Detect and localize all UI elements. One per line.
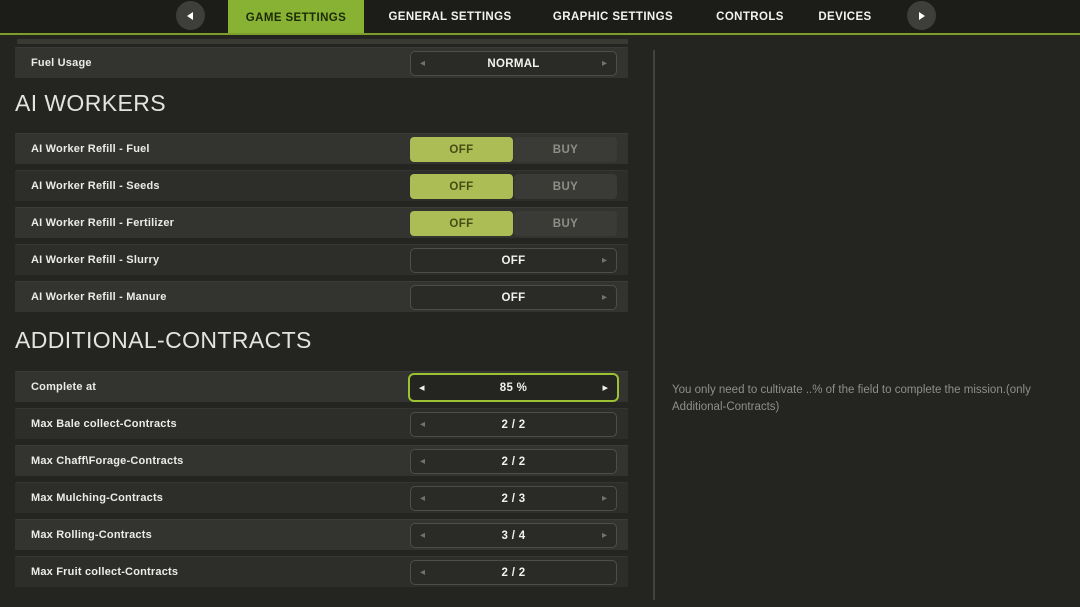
settings-group-ai-workers: AI WORKERSAI Worker Refill - FuelOFFBUYA…	[15, 87, 628, 312]
setting-label: Max Fruit collect-Contracts	[31, 557, 178, 587]
value-stepper[interactable]: ◂ 2 / 2	[410, 412, 617, 437]
setting-label: Fuel Usage	[31, 48, 92, 78]
value-stepper[interactable]: ◂ 3 / 4 ▸	[410, 523, 617, 548]
setting-help-text: You only need to cultivate ..% of the fi…	[672, 382, 1068, 415]
setting-label: Max Mulching-Contracts	[31, 483, 163, 513]
section-title-additional-contracts: ADDITIONAL-CONTRACTS	[15, 324, 628, 356]
panel-divider	[653, 50, 655, 600]
setting-label: Max Chaff\Forage-Contracts	[31, 446, 184, 476]
setting-label: AI Worker Refill - Slurry	[31, 245, 159, 275]
toggle-off-button[interactable]: OFF	[410, 137, 513, 162]
stepper-right-arrow-icon[interactable]: ▸	[602, 286, 607, 309]
stepper-value: 85 %	[500, 382, 527, 394]
tab-graphic-settings[interactable]: GRAPHIC SETTINGS	[551, 0, 675, 33]
prev-page-button[interactable]	[176, 1, 205, 30]
settings-list: Fuel Usage ◂ NORMAL ▸ AI WORKERS AI Worker Re…	[15, 39, 628, 593]
setting-label: Complete at	[31, 372, 96, 402]
toggle-buy-button[interactable]: BUY	[514, 174, 617, 199]
setting-label: AI Worker Refill - Fuel	[31, 134, 150, 164]
settings-row-ai-worker-refill-slurry: AI Worker Refill - Slurry OFF ▸	[15, 244, 628, 275]
game-settings-screen: GAME SETTINGS GENERAL SETTINGS GRAPHIC SET…	[0, 0, 1080, 607]
stepper-right-arrow-icon[interactable]: ▸	[602, 524, 607, 547]
toggle-buy-button[interactable]: BUY	[514, 211, 617, 236]
settings-tab-bar: GAME SETTINGS GENERAL SETTINGS GRAPHIC SET…	[0, 0, 1080, 33]
stepper-left-arrow-icon[interactable]: ◂	[420, 524, 425, 547]
stepper-right-arrow-icon[interactable]: ▸	[602, 375, 608, 400]
stepper-value: 2 / 2	[502, 567, 526, 579]
value-stepper[interactable]: ◂ 2 / 2	[410, 560, 617, 585]
stepper-left-arrow-icon[interactable]: ◂	[420, 52, 425, 75]
stepper-value: 2 / 3	[502, 493, 526, 505]
stepper-value: 2 / 2	[502, 419, 526, 431]
settings-row-ai-worker-refill-fuel: AI Worker Refill - Fuel OFFBUY	[15, 133, 628, 164]
tab-game-settings[interactable]: GAME SETTINGS	[228, 0, 364, 35]
settings-row-max-fruit-collect-contracts: Max Fruit collect-Contracts ◂ 2 / 2	[15, 556, 628, 587]
stepper-value: 3 / 4	[502, 530, 526, 542]
value-stepper[interactable]: ◂ 2 / 3 ▸	[410, 486, 617, 511]
toggle-buy-button[interactable]: BUY	[514, 137, 617, 162]
value-stepper[interactable]: OFF ▸	[410, 248, 617, 273]
settings-row-ai-worker-refill-fertilizer: AI Worker Refill - Fertilizer OFFBUY	[15, 207, 628, 238]
stepper-left-arrow-icon[interactable]: ◂	[419, 375, 425, 400]
section-title-ai-workers: AI WORKERS	[15, 87, 628, 119]
tab-bar-underline	[0, 33, 1080, 35]
setting-label: AI Worker Refill - Fertilizer	[31, 208, 174, 238]
setting-label: AI Worker Refill - Manure	[31, 282, 167, 312]
settings-group-additional-contracts: ADDITIONAL-CONTRACTSComplete at◂85 %▸Max…	[15, 324, 628, 587]
stepper-left-arrow-icon[interactable]: ◂	[420, 413, 425, 436]
clipped-row-above	[17, 39, 628, 44]
stepper-value: 2 / 2	[502, 456, 526, 468]
stepper-value: NORMAL	[487, 58, 539, 70]
stepper-value: OFF	[502, 292, 526, 304]
stepper-left-arrow-icon[interactable]: ◂	[420, 487, 425, 510]
tab-controls[interactable]: CONTROLS	[705, 0, 795, 33]
setting-label: Max Rolling-Contracts	[31, 520, 152, 550]
value-stepper-focused[interactable]: ◂ 85 % ▸	[408, 373, 619, 402]
toggle-off-button[interactable]: OFF	[410, 174, 513, 199]
stepper-right-arrow-icon[interactable]: ▸	[602, 52, 607, 75]
settings-group: Fuel Usage ◂ NORMAL ▸	[15, 47, 628, 78]
stepper-right-arrow-icon[interactable]: ▸	[602, 487, 607, 510]
tab-general-settings[interactable]: GENERAL SETTINGS	[385, 0, 515, 33]
right-arrow-icon	[919, 12, 925, 20]
settings-row-ai-worker-refill-seeds: AI Worker Refill - Seeds OFFBUY	[15, 170, 628, 201]
settings-row-max-chaff-forage-contracts: Max Chaff\Forage-Contracts ◂ 2 / 2	[15, 445, 628, 476]
setting-label: Max Bale collect-Contracts	[31, 409, 177, 439]
setting-label: AI Worker Refill - Seeds	[31, 171, 160, 201]
settings-row-max-bale-collect-contracts: Max Bale collect-Contracts ◂ 2 / 2	[15, 408, 628, 439]
value-stepper[interactable]: ◂ NORMAL ▸	[410, 51, 617, 76]
next-page-button[interactable]	[907, 1, 936, 30]
tab-devices[interactable]: DEVICES	[800, 0, 890, 33]
stepper-value: OFF	[502, 255, 526, 267]
value-stepper[interactable]: ◂ 2 / 2	[410, 449, 617, 474]
stepper-left-arrow-icon[interactable]: ◂	[420, 561, 425, 584]
left-arrow-icon	[187, 12, 193, 20]
toggle-off-button[interactable]: OFF	[410, 211, 513, 236]
value-stepper[interactable]: OFF ▸	[410, 285, 617, 310]
settings-row-fuel-usage: Fuel Usage ◂ NORMAL ▸	[15, 47, 628, 78]
settings-row-ai-worker-refill-manure: AI Worker Refill - Manure OFF ▸	[15, 281, 628, 312]
stepper-left-arrow-icon[interactable]: ◂	[420, 450, 425, 473]
settings-row-max-rolling-contracts: Max Rolling-Contracts ◂ 3 / 4 ▸	[15, 519, 628, 550]
settings-row-complete-at: Complete at ◂ 85 % ▸	[15, 371, 628, 402]
stepper-right-arrow-icon[interactable]: ▸	[602, 249, 607, 272]
settings-row-max-mulching-contracts: Max Mulching-Contracts ◂ 2 / 3 ▸	[15, 482, 628, 513]
